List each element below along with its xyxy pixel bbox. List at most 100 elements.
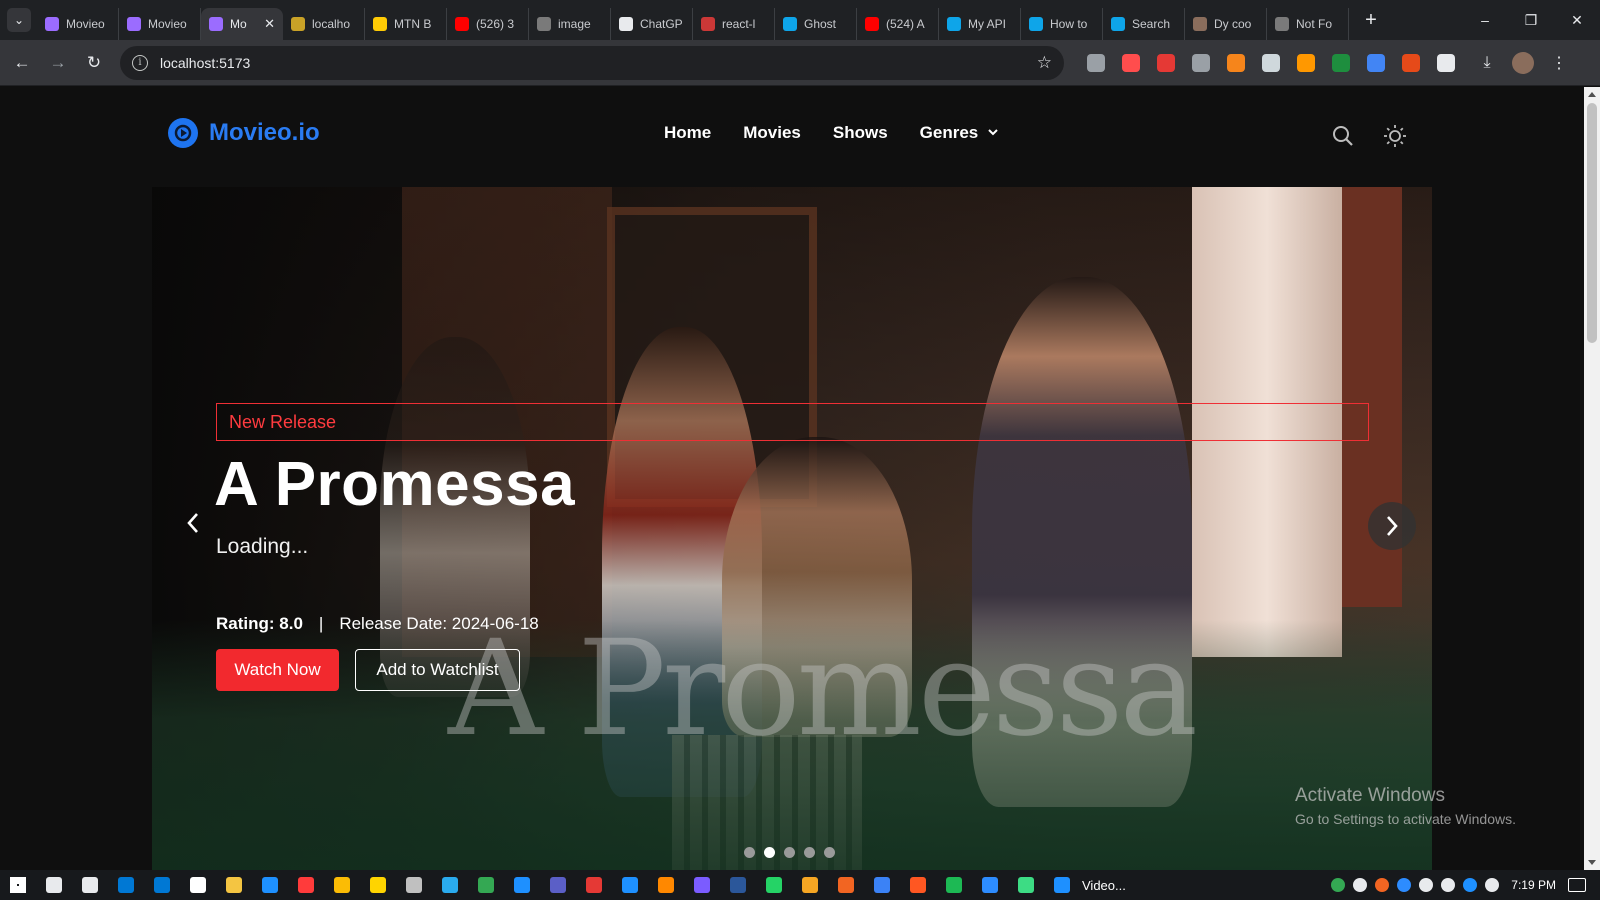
extension-icon[interactable] (1121, 53, 1140, 72)
browser-tab[interactable]: (526) 3 (447, 8, 529, 40)
sun-icon[interactable] (1380, 121, 1410, 151)
download-icon[interactable]: ⤓ (1469, 45, 1505, 81)
taskbar-app-icon[interactable] (720, 870, 756, 900)
minimize-button[interactable]: – (1462, 0, 1508, 40)
tray-icon[interactable] (1353, 878, 1368, 892)
taskbar-app-icon[interactable] (468, 870, 504, 900)
browser-tab[interactable]: Not Fo (1267, 8, 1349, 40)
taskbar-app-icon[interactable] (576, 870, 612, 900)
taskbar-app-icon[interactable] (792, 870, 828, 900)
taskbar-app-icon[interactable] (144, 870, 180, 900)
carousel-next-button[interactable] (1368, 502, 1416, 550)
browser-tab[interactable]: Mo ✕ (201, 8, 283, 40)
extension-icon[interactable] (1261, 53, 1280, 72)
taskbar-app-icon[interactable] (972, 870, 1008, 900)
page-scrollbar[interactable] (1584, 87, 1600, 870)
bookmark-star-icon[interactable]: ☆ (1037, 53, 1052, 73)
browser-tab[interactable]: My API (939, 8, 1021, 40)
notification-icon[interactable] (1568, 878, 1586, 892)
taskbar-app-icon[interactable] (360, 870, 396, 900)
volume-icon[interactable] (1485, 878, 1500, 892)
extension-icon[interactable] (1366, 53, 1385, 72)
extension-icon[interactable] (1331, 53, 1350, 72)
taskbar-app-icon[interactable] (756, 870, 792, 900)
taskbar-app-icon[interactable] (864, 870, 900, 900)
carousel-dot[interactable] (804, 847, 815, 858)
start-button[interactable] (0, 870, 36, 900)
reload-button[interactable]: ↻ (76, 45, 112, 81)
taskbar-app-icon[interactable] (36, 870, 72, 900)
add-to-watchlist-button[interactable]: Add to Watchlist (355, 649, 520, 691)
scrollbar-thumb[interactable] (1587, 103, 1597, 343)
clock[interactable]: 7:19 PM (1511, 878, 1556, 892)
carousel-dot[interactable] (744, 847, 755, 858)
taskbar-app-icon[interactable] (324, 870, 360, 900)
site-info-icon[interactable]: i (132, 54, 148, 71)
taskbar-app-icon[interactable] (900, 870, 936, 900)
close-tab-icon[interactable]: ✕ (264, 16, 275, 32)
nav-shows[interactable]: Shows (833, 123, 888, 143)
scroll-up-icon[interactable] (1588, 92, 1596, 97)
restore-button[interactable]: ❐ (1508, 0, 1554, 40)
url-text[interactable]: localhost:5173 (160, 55, 1037, 71)
carousel-dot[interactable] (784, 847, 795, 858)
carousel-dot[interactable] (764, 847, 775, 858)
browser-menu-icon[interactable]: ⋮ (1541, 45, 1577, 81)
taskbar-app-icon[interactable] (612, 870, 648, 900)
browser-tab[interactable]: (524) A (857, 8, 939, 40)
tab-search-chevron-icon[interactable]: ⌄ (7, 8, 31, 32)
taskbar-app-icon[interactable] (684, 870, 720, 900)
taskbar-app-icon[interactable] (396, 870, 432, 900)
extension-icon[interactable] (1436, 53, 1455, 72)
watch-now-button[interactable]: Watch Now (216, 649, 339, 691)
taskbar-app-icon[interactable] (648, 870, 684, 900)
taskbar-app-icon[interactable] (1008, 870, 1044, 900)
back-button[interactable]: ← (4, 45, 40, 81)
taskbar-app-icon[interactable] (108, 870, 144, 900)
nav-movies[interactable]: Movies (743, 123, 801, 143)
extension-icon[interactable] (1296, 53, 1315, 72)
new-tab-button[interactable]: + (1359, 9, 1383, 32)
taskbar-app-icon[interactable] (72, 870, 108, 900)
extension-icon[interactable] (1086, 53, 1105, 72)
taskbar-app-icon[interactable] (504, 870, 540, 900)
nav-genres-dropdown[interactable]: Genres (920, 123, 999, 143)
browser-tab[interactable]: Ghost (775, 8, 857, 40)
battery-icon[interactable] (1441, 878, 1456, 892)
close-window-button[interactable]: ✕ (1554, 0, 1600, 40)
wifi-icon[interactable] (1419, 878, 1434, 892)
browser-tab[interactable]: image (529, 8, 611, 40)
tray-icon[interactable] (1397, 878, 1412, 892)
nav-home[interactable]: Home (664, 123, 711, 143)
taskbar-video-label[interactable]: Video... (1082, 878, 1126, 893)
browser-tab[interactable]: Dy coo (1185, 8, 1267, 40)
tray-icon[interactable] (1375, 878, 1390, 892)
tray-icon[interactable] (1331, 878, 1346, 892)
bluetooth-icon[interactable] (1463, 878, 1478, 892)
extension-icon[interactable] (1156, 53, 1175, 72)
taskbar-app-icon[interactable] (540, 870, 576, 900)
extension-icon[interactable] (1191, 53, 1210, 72)
browser-tab[interactable]: How to (1021, 8, 1103, 40)
browser-tab[interactable]: react-l (693, 8, 775, 40)
forward-button[interactable]: → (40, 45, 76, 81)
taskbar-app-icon[interactable] (936, 870, 972, 900)
site-logo[interactable]: Movieo.io (168, 118, 320, 148)
taskbar-app-icon[interactable] (432, 870, 468, 900)
taskbar-app-icon[interactable] (252, 870, 288, 900)
browser-tab[interactable]: localho (283, 8, 365, 40)
extension-icon[interactable] (1226, 53, 1245, 72)
browser-tab[interactable]: Movieo (119, 8, 201, 40)
scroll-down-icon[interactable] (1588, 860, 1596, 865)
search-icon[interactable] (1328, 121, 1358, 151)
extension-icon[interactable] (1401, 53, 1420, 72)
profile-avatar-button[interactable] (1505, 45, 1541, 81)
taskbar-app-icon[interactable] (828, 870, 864, 900)
carousel-prev-button[interactable] (175, 505, 211, 541)
browser-tab[interactable]: Movieo (37, 8, 119, 40)
taskbar-app-icon[interactable] (180, 870, 216, 900)
browser-tab[interactable]: MTN B (365, 8, 447, 40)
address-bar[interactable]: i localhost:5173 ☆ (120, 45, 1064, 80)
taskbar-app-icon[interactable] (288, 870, 324, 900)
browser-tab[interactable]: ChatGP (611, 8, 693, 40)
